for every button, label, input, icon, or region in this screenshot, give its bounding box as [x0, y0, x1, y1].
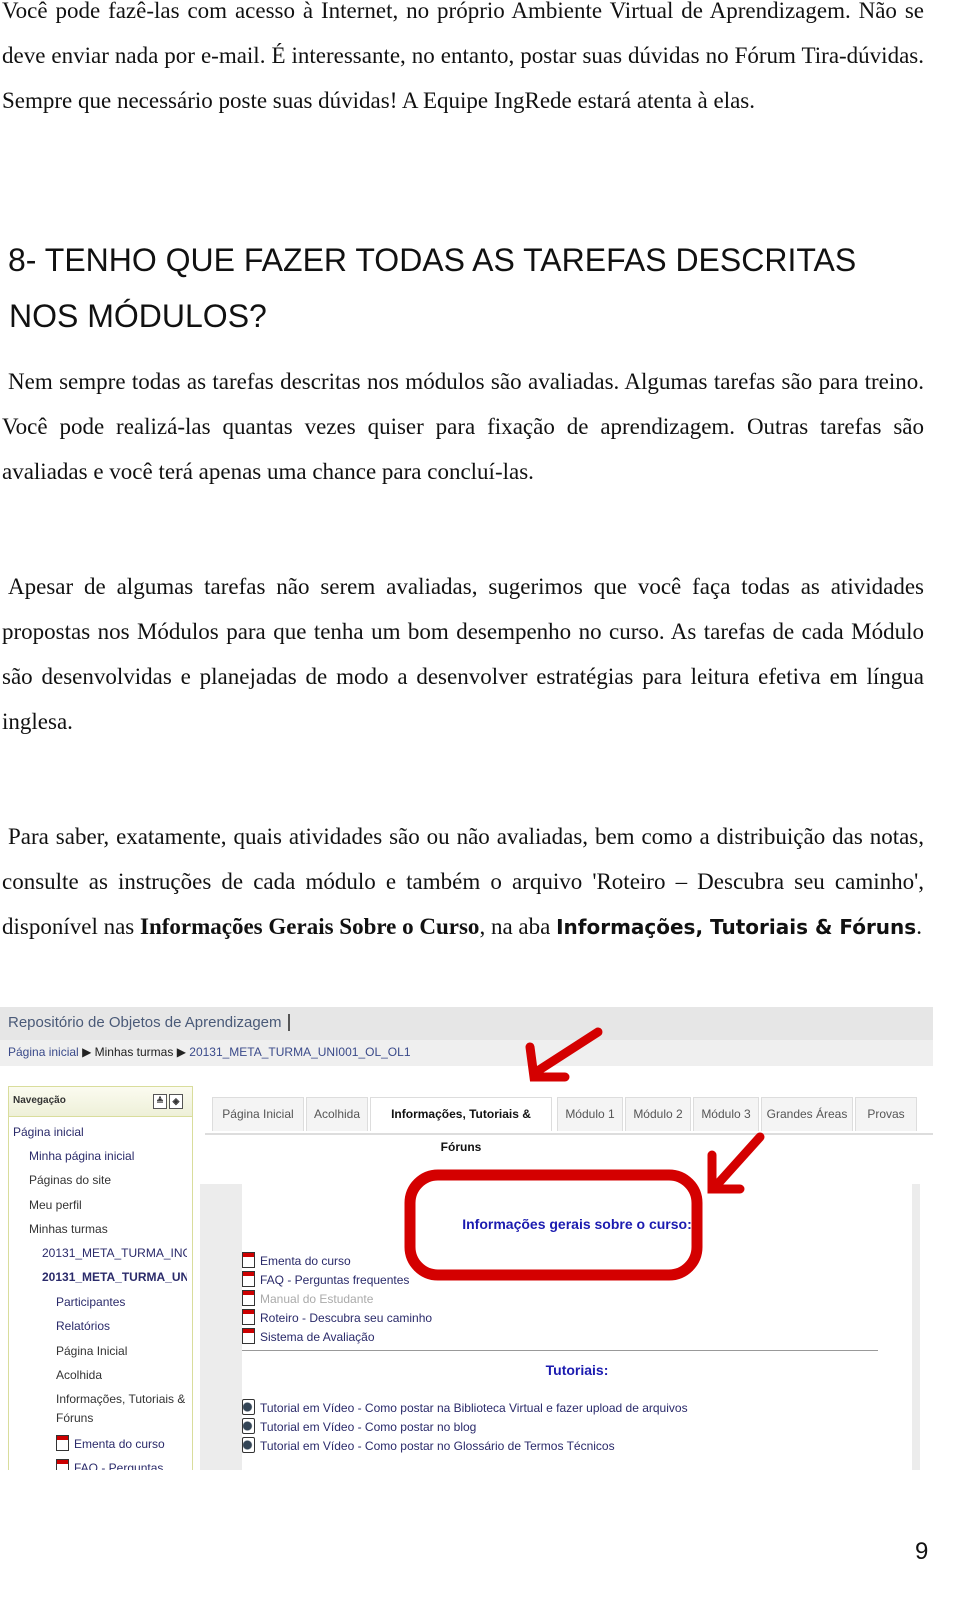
highlight-box: [404, 1169, 703, 1281]
paragraph-roteiro: Para saber, exatamente, quais atividades…: [2, 814, 924, 950]
page-number: 9: [915, 1538, 929, 1565]
paragraph-intro: Você pode fazê-las com acesso à Internet…: [2, 0, 924, 113]
embedded-screenshot: Repositório de Objetos de Aprendizagem P…: [0, 1007, 933, 1470]
text: , na aba: [479, 914, 557, 939]
bold-text: Informações, Tutoriais & Fóruns: [556, 915, 917, 939]
paragraph-suggestion: Apesar de algumas tarefas não serem aval…: [2, 574, 924, 734]
red-annotations: [404, 1027, 765, 1281]
paragraph-tasks: Nem sempre todas as tarefas descritas no…: [2, 369, 924, 484]
section-heading-line1: 8- TENHO QUE FAZER TODAS AS TAREFAS DESC…: [8, 242, 857, 278]
text: .: [916, 914, 922, 939]
bold-text: Informações Gerais Sobre o Curso: [140, 914, 480, 939]
section-heading-line2: NOS MÓDULOS?: [9, 298, 267, 334]
arrow-icon: [525, 1027, 765, 1194]
